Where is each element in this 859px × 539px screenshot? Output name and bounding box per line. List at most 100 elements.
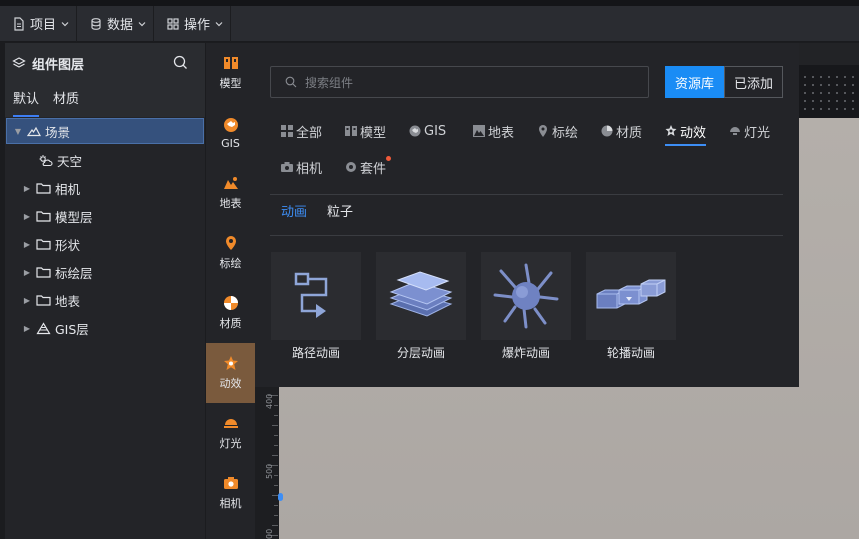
gis-layer-icon <box>36 321 51 334</box>
tree-item-scene[interactable]: ▼ 场景 <box>6 118 204 144</box>
search-input[interactable]: 搜索组件 <box>270 66 649 98</box>
menu-bar: 项目 数据 操作 <box>0 5 859 42</box>
chevron-down-icon <box>61 21 69 26</box>
divider <box>270 194 783 195</box>
light-icon <box>223 419 238 428</box>
caret-right-icon[interactable]: ▶ <box>22 212 32 221</box>
chevron-down-icon <box>215 21 223 26</box>
category-terrain[interactable]: 地表 <box>473 119 514 143</box>
category-gis[interactable]: GIS <box>409 119 446 143</box>
folder-icon <box>36 267 51 278</box>
category-kit[interactable]: 套件 <box>345 155 392 179</box>
card-layer-animation[interactable] <box>376 252 466 340</box>
tab-material[interactable]: 材质 <box>53 83 79 117</box>
subtab-animation[interactable]: 动画 <box>281 201 307 220</box>
sidebar-item-terrain[interactable]: 地表 <box>206 163 255 223</box>
ruler-label: 500 <box>265 463 274 479</box>
explosion-animation-icon <box>493 263 559 329</box>
vertical-ruler: 400 500 00 <box>255 387 278 539</box>
sidebar-item-material[interactable]: 材质 <box>206 283 255 343</box>
category-camera[interactable]: 相机 <box>281 155 322 179</box>
new-badge <box>386 156 392 161</box>
search-icon[interactable] <box>173 55 188 70</box>
resource-library-toggle[interactable]: 资源库 <box>665 66 724 98</box>
sidebar-item-label: 材质 <box>219 317 242 330</box>
document-icon <box>14 16 24 31</box>
added-toggle[interactable]: 已添加 <box>724 66 783 98</box>
tree-item-label: 天空 <box>57 153 83 169</box>
caret-down-icon[interactable]: ▼ <box>13 127 23 136</box>
search-icon <box>285 76 297 88</box>
tree-item-label: 地表 <box>55 293 81 309</box>
tree-item-sky[interactable]: 天空 <box>5 147 82 173</box>
tree-item-label: 形状 <box>55 237 81 253</box>
caret-right-icon[interactable]: ▶ <box>22 324 32 333</box>
category-label: 灯光 <box>744 125 771 141</box>
caret-right-icon[interactable]: ▶ <box>22 268 32 277</box>
sidebar-item-label: 地表 <box>219 197 242 210</box>
category-effect[interactable]: 动效 <box>665 119 707 146</box>
all-icon <box>281 125 293 137</box>
sidebar-item-label: 标绘 <box>219 257 242 270</box>
component-sidebar: 模型 GIS 地表 标绘 材质 动效 灯光 相机 <box>206 43 255 539</box>
chevron-down-icon <box>138 21 146 26</box>
caret-right-icon[interactable]: ▶ <box>22 240 32 249</box>
sidebar-item-gis[interactable]: GIS <box>206 103 255 163</box>
menu-project[interactable]: 项目 <box>0 5 78 42</box>
tree-item-label: 标绘层 <box>55 265 93 281</box>
tree-item-model-layer[interactable]: ▶ 模型层 <box>5 203 93 229</box>
carousel-animation-icon <box>596 279 666 309</box>
terrain-icon <box>473 125 485 137</box>
tree-item-shape[interactable]: ▶ 形状 <box>5 231 80 257</box>
menu-data[interactable]: 数据 <box>77 5 155 42</box>
sidebar-item-model[interactable]: 模型 <box>206 43 255 103</box>
sidebar-item-camera[interactable]: 相机 <box>206 463 255 523</box>
caret-right-icon[interactable]: ▶ <box>22 184 32 193</box>
card-label: 爆炸动画 <box>501 346 550 360</box>
tree-item-gis-layer[interactable]: ▶ GIS层 <box>5 315 89 341</box>
category-light[interactable]: 灯光 <box>729 119 770 143</box>
camera-icon <box>223 477 238 489</box>
card-label: 轮播动画 <box>606 346 655 360</box>
menu-operation[interactable]: 操作 <box>154 5 232 42</box>
tree-item-camera[interactable]: ▶ 相机 <box>5 175 80 201</box>
sidebar-item-marker[interactable]: 标绘 <box>206 223 255 283</box>
horizontal-ruler <box>799 43 859 65</box>
caret-right-icon[interactable]: ▶ <box>22 296 32 305</box>
grid-icon <box>167 17 179 30</box>
sidebar-item-light[interactable]: 灯光 <box>206 403 255 463</box>
sidebar-item-label: 动效 <box>219 377 242 390</box>
canvas-top-area <box>799 43 859 118</box>
category-model[interactable]: 模型 <box>345 119 386 143</box>
path-animation-icon <box>294 272 328 318</box>
marker-icon <box>225 236 236 250</box>
tab-default[interactable]: 默认 <box>13 83 40 117</box>
menu-label: 数据 <box>107 18 134 33</box>
search-placeholder: 搜索组件 <box>305 75 354 90</box>
category-label: 材质 <box>616 125 643 141</box>
component-library-popup: 搜索组件 资源库 已添加 全部 模型 GIS 地表 标绘 材质 动效 灯光 相机 <box>255 43 799 387</box>
category-label: GIS <box>424 123 447 139</box>
card-carousel-animation[interactable] <box>586 252 676 340</box>
card-path-animation[interactable] <box>271 252 361 340</box>
category-label: 套件 <box>360 161 387 177</box>
gis-icon <box>223 117 238 132</box>
category-label: 全部 <box>296 125 323 141</box>
category-marker[interactable]: 标绘 <box>537 119 578 143</box>
folder-icon <box>36 183 51 194</box>
category-material[interactable]: 材质 <box>601 119 642 143</box>
subtab-particle[interactable]: 粒子 <box>327 201 353 220</box>
camera-icon <box>281 162 293 172</box>
layer-animation-icon <box>389 271 453 317</box>
category-all[interactable]: 全部 <box>281 119 322 143</box>
tree-item-plot-layer[interactable]: ▶ 标绘层 <box>5 259 93 285</box>
category-label: 地表 <box>488 125 515 141</box>
database-icon <box>91 17 101 30</box>
canvas-handle[interactable] <box>278 493 283 501</box>
menu-label: 项目 <box>30 18 57 33</box>
sidebar-item-effect[interactable]: 动效 <box>206 343 255 403</box>
card-explosion-animation[interactable] <box>481 252 571 340</box>
category-label: 标绘 <box>552 125 579 141</box>
tree-item-terrain[interactable]: ▶ 地表 <box>5 287 80 313</box>
gis-icon <box>409 125 421 137</box>
